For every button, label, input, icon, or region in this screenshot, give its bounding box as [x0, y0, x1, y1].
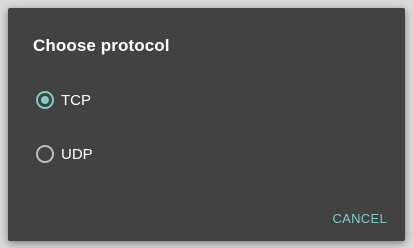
radio-unselected-icon[interactable] [36, 145, 54, 163]
option-udp[interactable]: UDP [36, 142, 93, 166]
protocol-dialog: Choose protocol TCP UDP CANCEL [8, 8, 405, 241]
cancel-button[interactable]: CANCEL [332, 211, 387, 226]
option-label-tcp: TCP [61, 91, 91, 109]
radio-selected-icon[interactable] [36, 91, 54, 109]
option-label-udp: UDP [61, 145, 93, 163]
dialog-title: Choose protocol [33, 36, 170, 55]
option-tcp[interactable]: TCP [36, 88, 91, 112]
